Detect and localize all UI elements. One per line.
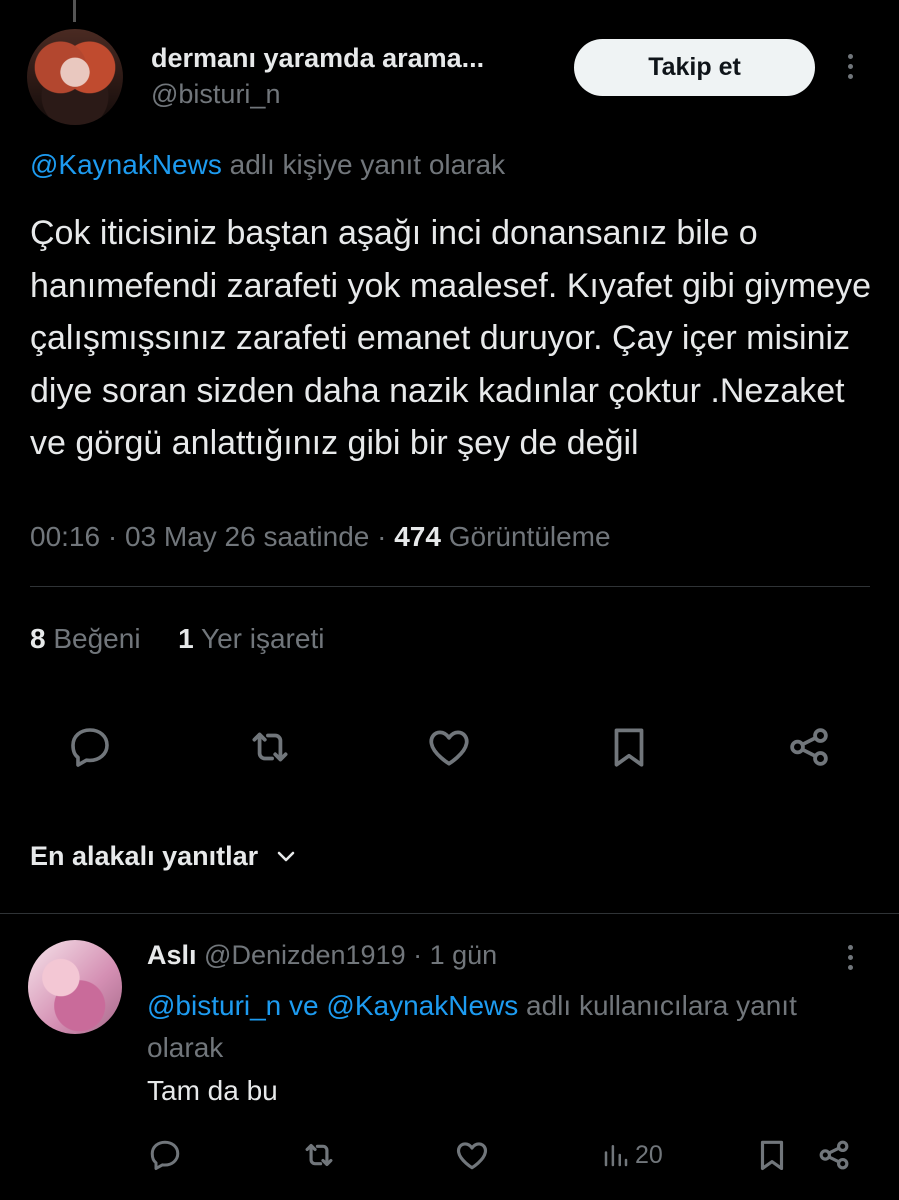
author-display-name[interactable]: dermanı yaramda arama... — [151, 43, 484, 74]
reply-views[interactable]: 20 — [601, 1134, 663, 1176]
tweet-meta: 00:16 · 03 May 26 saatinde · 474 Görüntü… — [30, 521, 611, 553]
chevron-down-icon — [277, 851, 295, 861]
reply-text: Tam da bu — [147, 1075, 278, 1106]
reply-author-handle[interactable]: @Denizden1919 — [204, 940, 406, 970]
share-icon[interactable] — [784, 722, 834, 772]
reply-reply-icon[interactable] — [145, 1134, 185, 1176]
reply-more-options-icon[interactable] — [848, 945, 853, 970]
tweet-text: Çok iticisiniz baştan aşağı inci donansa… — [30, 214, 871, 462]
follow-button[interactable]: Takip et — [574, 39, 815, 96]
reply-header: Aslı @Denizden1919 · 1 gün — [147, 940, 498, 970]
reply-sort-label: En alakalı yanıtlar — [30, 841, 259, 871]
bookmark-icon[interactable] — [604, 722, 654, 772]
reply-mention-1[interactable]: @bisturi_n — [147, 990, 281, 1021]
reply-sort-selector[interactable]: En alakalı yanıtlar — [30, 841, 296, 872]
bookmarks-count[interactable]: 1 — [178, 623, 194, 654]
reply-age[interactable]: 1 gün — [430, 940, 498, 970]
views-count: 474 — [394, 521, 441, 552]
reply-views-count: 20 — [635, 1140, 663, 1169]
replying-to-suffix: adlı kişiye yanıt olarak — [221, 149, 506, 180]
author-avatar[interactable] — [27, 29, 123, 125]
more-options-icon[interactable] — [848, 54, 853, 79]
reply-author-avatar[interactable] — [28, 940, 122, 1034]
reply-replying-to: @bisturi_n ve @KaynakNews adlı kullanıcı… — [147, 985, 847, 1069]
reply-mention-connector: ve — [281, 990, 327, 1021]
views-icon — [604, 1145, 628, 1167]
retweet-icon[interactable] — [245, 722, 295, 772]
reply-mention-2[interactable]: @KaynakNews — [326, 990, 518, 1021]
likes-label[interactable]: Beğeni — [53, 623, 140, 654]
divider — [0, 913, 899, 914]
thread-line — [73, 0, 76, 22]
reply-author-name[interactable]: Aslı — [147, 940, 197, 970]
like-icon[interactable] — [424, 722, 474, 772]
reply-like-icon[interactable] — [452, 1134, 492, 1176]
likes-count[interactable]: 8 — [30, 623, 46, 654]
replying-to-mention[interactable]: @KaynakNews — [30, 149, 222, 180]
views-label: Görüntüleme — [440, 521, 611, 552]
reply-share-icon[interactable] — [814, 1134, 854, 1176]
timestamp[interactable]: 00:16 · 03 May 26 saatinde · — [30, 521, 394, 552]
reply-retweet-icon[interactable] — [299, 1134, 339, 1176]
bookmarks-label[interactable]: Yer işareti — [201, 623, 324, 654]
reply-icon[interactable] — [65, 722, 115, 772]
replying-to: @KaynakNews adlı kişiye yanıt olarak — [30, 149, 505, 181]
engagement-stats: 8 Beğeni 1 Yer işareti — [30, 623, 324, 655]
reply-bookmark-icon[interactable] — [752, 1134, 792, 1176]
author-handle[interactable]: @bisturi_n — [151, 79, 280, 110]
divider — [30, 586, 870, 587]
